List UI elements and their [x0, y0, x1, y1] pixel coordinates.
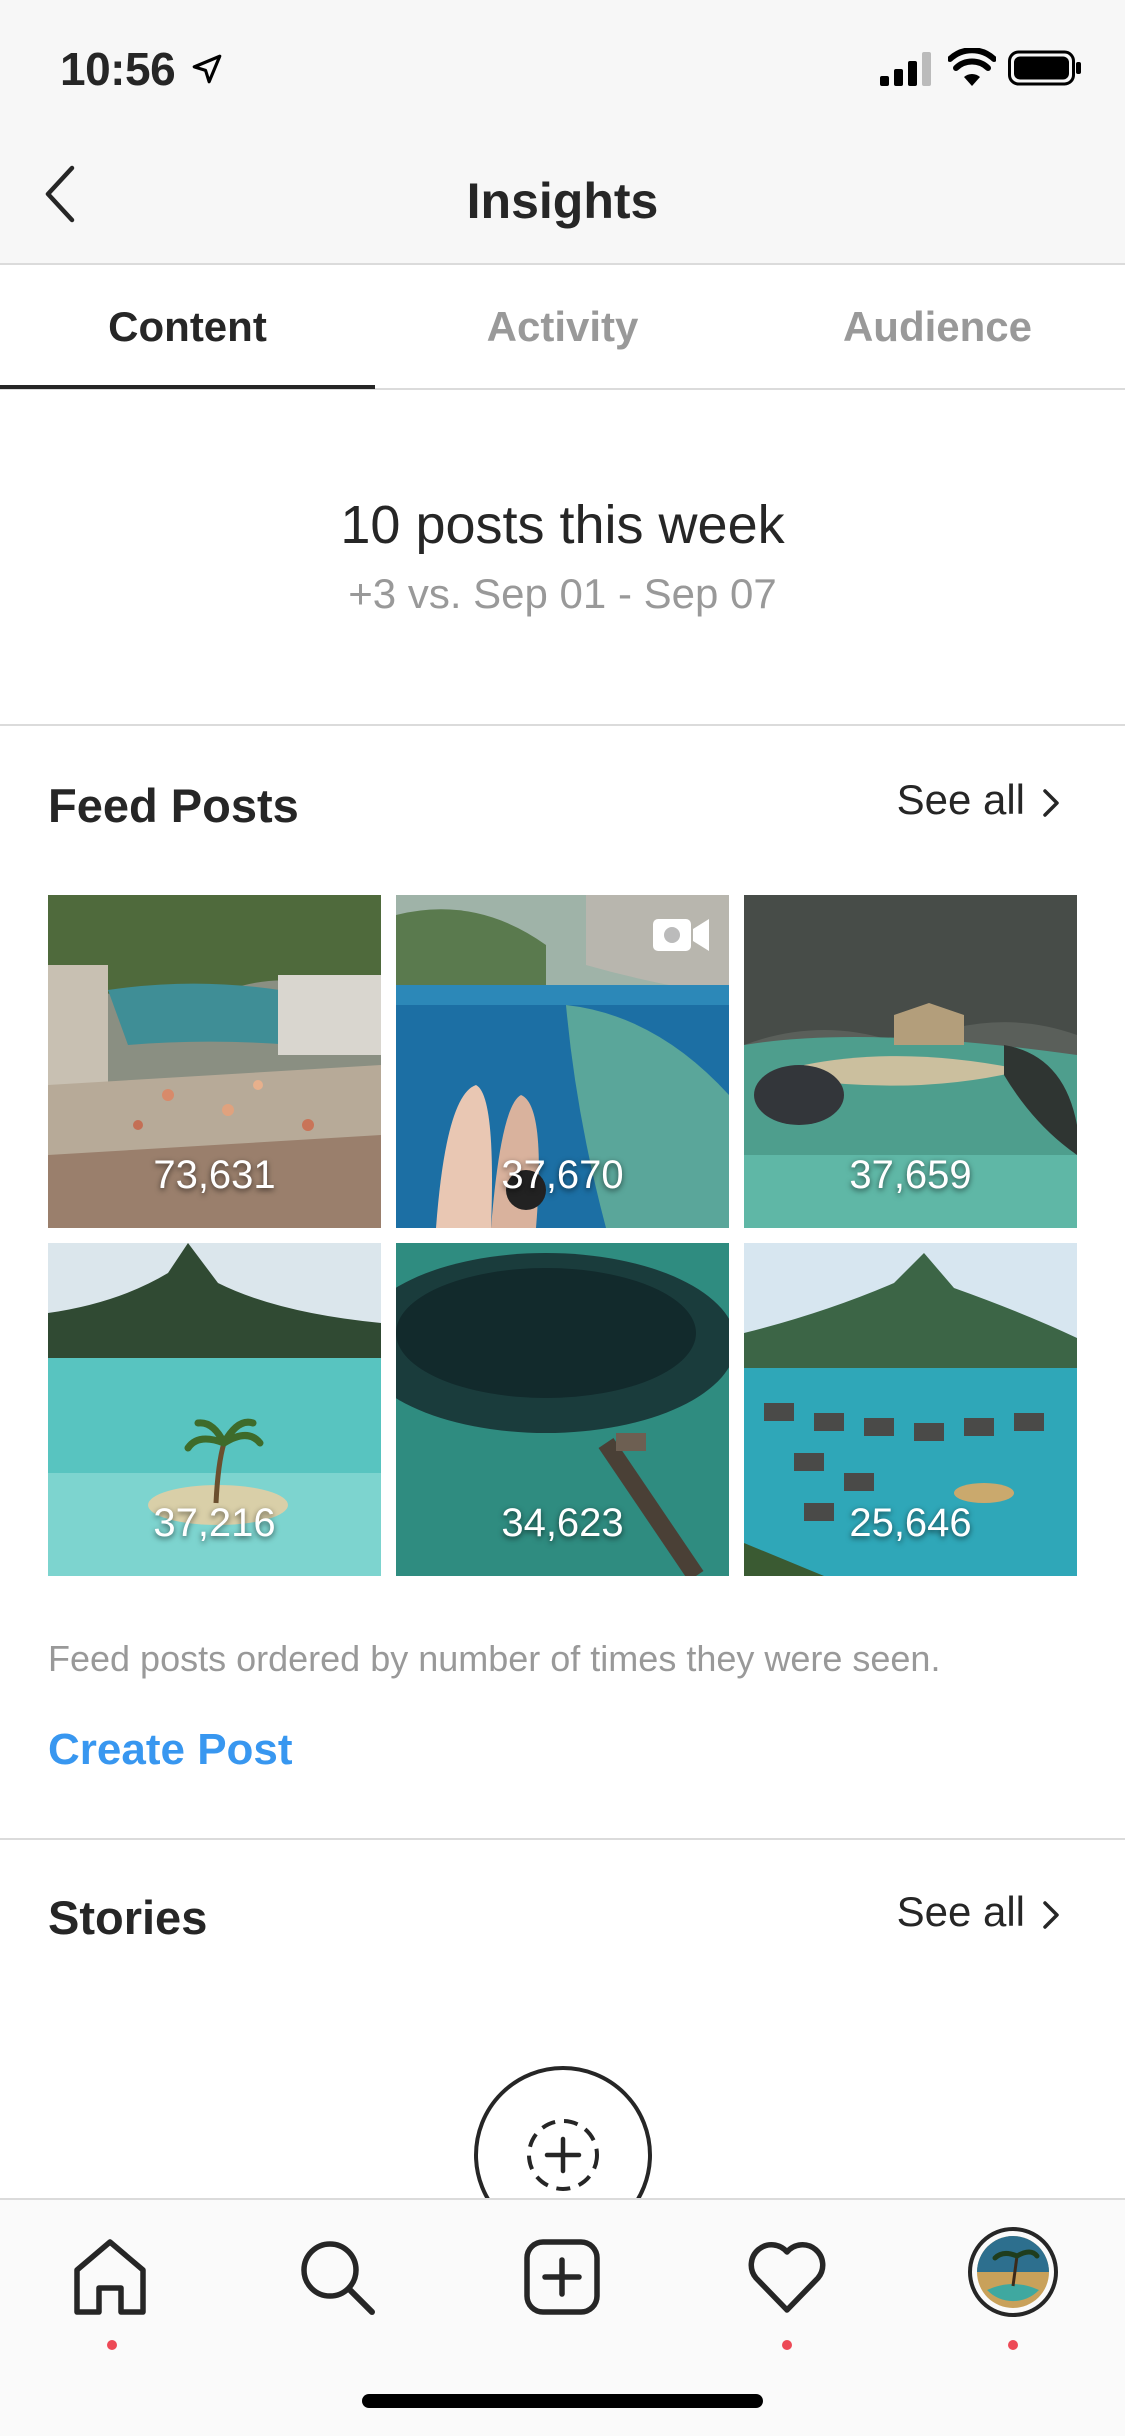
insights-tabs: Content Activity Audience [0, 265, 1125, 390]
activity-notification-dot [782, 2340, 792, 2350]
tab-content[interactable]: Content [0, 265, 375, 388]
post-impressions: 37,659 [849, 1153, 972, 1197]
activity-heart-icon[interactable] [742, 2232, 832, 2322]
profile-avatar[interactable] [967, 2226, 1059, 2318]
profile-notification-dot [1008, 2340, 1018, 2350]
post-impressions: 37,216 [153, 1501, 276, 1545]
stories-title: Stories [48, 1891, 208, 1944]
tab-activity[interactable]: Activity [375, 265, 750, 388]
location-arrow-icon [192, 54, 222, 84]
see-all-label: See all [896, 776, 1025, 823]
create-post-button[interactable]: Create Post [48, 1725, 293, 1775]
post-thumbnail[interactable]: 34,623 [396, 1243, 729, 1576]
nav-bar: Insights [0, 132, 1125, 265]
feed-posts-title: Feed Posts [48, 779, 299, 832]
chevron-right-icon [1043, 789, 1059, 817]
section-divider [0, 1838, 1125, 1840]
post-thumbnail[interactable]: 25,646 [744, 1243, 1077, 1576]
feed-posts-see-all-button[interactable]: See all [897, 776, 1063, 824]
feed-posts-grid: 73,631 37,670 37,659 37,216 34,623 25,64… [48, 895, 1077, 1576]
tab-audience[interactable]: Audience [750, 265, 1125, 388]
post-thumbnail[interactable]: 37,216 [48, 1243, 381, 1576]
post-impressions: 25,646 [849, 1501, 972, 1545]
active-tab-indicator [0, 385, 375, 389]
post-thumbnail[interactable]: 73,631 [48, 895, 381, 1228]
weekly-summary: 10 posts this week +3 vs. Sep 01 - Sep 0… [0, 390, 1125, 726]
feed-posts-caption: Feed posts ordered by number of times th… [48, 1638, 941, 1679]
wifi-icon [948, 48, 996, 86]
cellular-signal-icon [880, 52, 931, 86]
posts-comparison: +3 vs. Sep 01 - Sep 07 [348, 570, 777, 617]
posts-count-headline: 10 posts this week [340, 495, 785, 555]
dashed-plus-icon [527, 2119, 599, 2191]
status-bar: 10:56 [0, 0, 1125, 132]
status-time: 10:56 [60, 43, 176, 95]
chevron-right-icon [1043, 1901, 1059, 1929]
stories-see-all-button[interactable]: See all [897, 1888, 1063, 1936]
post-impressions: 34,623 [501, 1501, 624, 1545]
see-all-label: See all [896, 1888, 1025, 1935]
new-post-icon[interactable] [517, 2232, 607, 2322]
battery-icon [1008, 50, 1081, 86]
search-icon[interactable] [292, 2232, 382, 2322]
page-title: Insights [466, 173, 659, 229]
post-thumbnail[interactable]: 37,670 [396, 895, 729, 1228]
post-thumbnail[interactable]: 37,659 [744, 895, 1077, 1228]
home-icon[interactable] [65, 2232, 155, 2322]
home-indicator [362, 2394, 763, 2408]
post-impressions: 73,631 [153, 1153, 276, 1197]
video-camera-icon [653, 919, 709, 951]
post-impressions: 37,670 [501, 1153, 624, 1197]
home-notification-dot [107, 2340, 117, 2350]
